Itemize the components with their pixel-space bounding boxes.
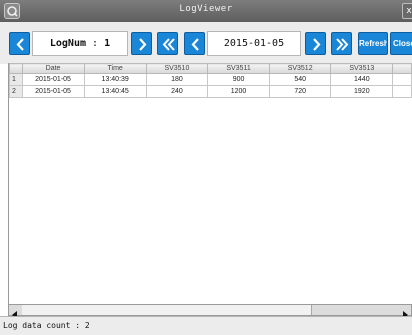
lognum-next-button[interactable] — [131, 32, 152, 55]
column-header-overflow — [392, 63, 412, 74]
row-number: 2 — [9, 85, 23, 98]
log-table: Date Time SV3510 SV3511 SV3512 SV3513 1 … — [9, 63, 412, 98]
horizontal-scrollbar[interactable] — [8, 304, 412, 319]
chevron-right-icon — [139, 38, 147, 51]
lognum-prev-button[interactable] — [9, 32, 30, 55]
title-bar: LogViewer x — [0, 0, 412, 22]
scroll-right-button[interactable] — [399, 305, 411, 319]
cell-sv3512: 720 — [269, 85, 332, 98]
cell-sv3512: 540 — [269, 73, 332, 86]
window-title: LogViewer — [179, 4, 233, 14]
double-chevron-left-icon — [162, 38, 175, 51]
cell-date: 2015-01-05 — [21, 73, 85, 86]
lognum-field: LogNum : 1 — [32, 31, 128, 56]
toolbar: LogNum : 1 2015-01-05 Refresh Close — [0, 22, 412, 64]
table-row[interactable]: 1 2015-01-05 13:40:39 180 900 540 1440 — [9, 73, 412, 86]
cell-sv3511: 900 — [206, 73, 271, 86]
log-grid[interactable]: Date Time SV3510 SV3511 SV3512 SV3513 1 … — [8, 63, 412, 304]
cell-time: 13:40:39 — [83, 73, 147, 86]
table-row[interactable]: 2 2015-01-05 13:40:45 240 1200 720 1920 — [9, 85, 412, 98]
column-header-sv3513[interactable]: SV3513 — [330, 63, 394, 74]
lognum-label: LogNum — [49, 38, 86, 49]
row-number: 1 — [9, 73, 23, 86]
column-header-sv3511[interactable]: SV3511 — [206, 63, 271, 74]
window-close-button[interactable]: x — [402, 3, 412, 19]
cell-sv3510: 180 — [145, 73, 209, 86]
chevron-left-icon — [191, 38, 199, 51]
double-chevron-right-icon — [336, 38, 349, 51]
date-field[interactable]: 2015-01-05 — [207, 31, 301, 56]
date-first-button[interactable] — [157, 32, 178, 55]
cell-time: 13:40:45 — [83, 85, 147, 98]
cell-sv3513: 1920 — [330, 85, 394, 98]
column-header-date[interactable]: Date — [21, 63, 85, 74]
status-bar: Log data count : 2 — [0, 316, 412, 335]
chevron-right-icon — [313, 38, 321, 51]
table-header-row: Date Time SV3510 SV3511 SV3512 SV3513 — [9, 63, 412, 74]
column-header-sv3512[interactable]: SV3512 — [269, 63, 332, 74]
refresh-button[interactable]: Refresh — [358, 32, 388, 55]
cell-sv3510: 240 — [145, 85, 209, 98]
row-header-corner — [9, 63, 23, 74]
cell-date: 2015-01-05 — [21, 85, 85, 98]
date-prev-button[interactable] — [184, 32, 205, 55]
column-header-sv3510[interactable]: SV3510 — [145, 63, 209, 74]
cell-overflow — [392, 73, 412, 86]
scrollbar-thumb[interactable] — [22, 305, 312, 315]
date-value: 2015-01-05 — [223, 38, 285, 49]
scroll-left-button[interactable] — [9, 305, 21, 319]
lognum-value: 1 — [104, 38, 111, 49]
log-count-text: Log data count : 2 — [3, 321, 90, 330]
date-last-button[interactable] — [331, 32, 352, 55]
column-header-time[interactable]: Time — [83, 63, 147, 74]
chevron-left-icon — [16, 38, 24, 51]
cell-sv3513: 1440 — [330, 73, 394, 86]
cell-overflow — [392, 85, 412, 98]
date-next-button[interactable] — [305, 32, 326, 55]
cell-sv3511: 1200 — [206, 85, 271, 98]
close-button[interactable]: Close — [390, 32, 412, 55]
